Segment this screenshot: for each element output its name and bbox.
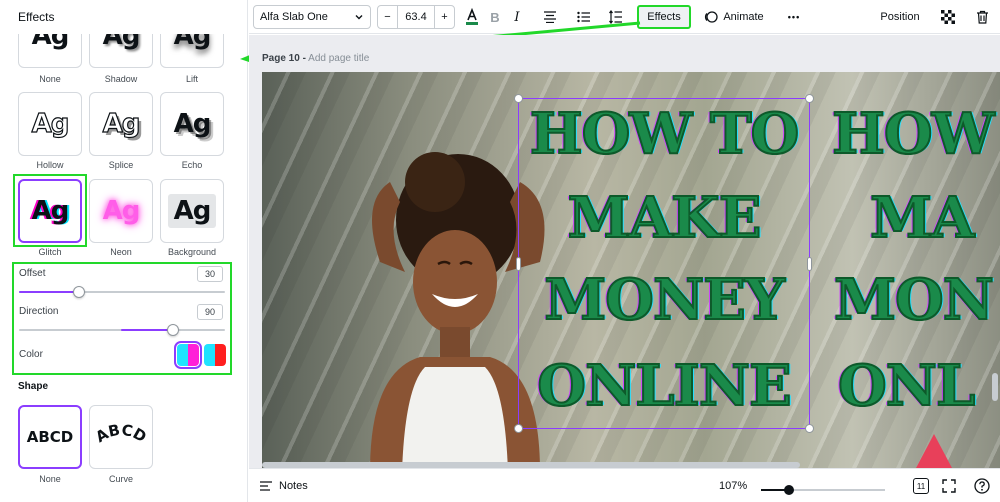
direction-slider-fill	[121, 329, 173, 331]
effect-sample: Ag	[173, 109, 212, 139]
page-count: 11	[913, 478, 929, 494]
resize-handle-bl[interactable]	[514, 424, 523, 433]
offset-slider-fill	[19, 291, 79, 293]
zoom-slider[interactable]	[761, 485, 885, 495]
direction-slider[interactable]	[19, 324, 225, 336]
help-icon[interactable]	[974, 469, 990, 502]
offset-label: Offset	[19, 268, 46, 279]
effect-sample: Ag	[102, 108, 141, 139]
effect-label-neon: Neon	[110, 247, 132, 257]
shape-tile-curve[interactable]: ABCD	[89, 405, 153, 469]
fullscreen-icon[interactable]	[942, 469, 956, 502]
resize-handle-tl[interactable]	[514, 94, 523, 103]
red-triangle-shape	[916, 434, 952, 468]
shape-sample: ABCD	[92, 422, 149, 446]
resize-handle-tr[interactable]	[805, 94, 814, 103]
zoom-level[interactable]: 107%	[719, 469, 747, 502]
offset-slider[interactable]	[19, 286, 225, 298]
effect-sample: Ag	[102, 196, 141, 226]
offset-value-input[interactable]: 30	[197, 266, 223, 282]
page-title[interactable]: Page 10 - Add page title	[262, 53, 369, 64]
direction-value-input[interactable]: 90	[197, 304, 223, 320]
duplicate-line-2[interactable]: MA	[869, 189, 975, 247]
notes-icon	[260, 481, 272, 491]
shape-section-title: Shape	[18, 381, 49, 392]
notes-label: Notes	[279, 480, 308, 492]
effect-label-background: Background	[167, 247, 217, 257]
selection-frame[interactable]	[514, 94, 814, 433]
color-label: Color	[19, 349, 43, 360]
effect-sample: Ag	[31, 196, 70, 226]
duplicate-line-4[interactable]: ONL	[837, 357, 976, 415]
effect-tile-hollow[interactable]: Ag	[18, 92, 82, 156]
svg-text:ABCD: ABCD	[92, 422, 149, 446]
effect-tile-neon[interactable]: Ag	[89, 179, 153, 243]
color-swatch-cyan-magenta[interactable]	[174, 341, 202, 369]
effect-label-hollow: Hollow	[36, 160, 64, 170]
effect-label-echo: Echo	[181, 160, 203, 170]
effects-scroll-area[interactable]: Ag None Ag Shadow Ag Lift Ag Hollow Ag S…	[0, 34, 248, 502]
effect-tile-echo[interactable]: Ag	[160, 92, 224, 156]
notes-button[interactable]: Notes	[259, 469, 308, 502]
resize-handle-br[interactable]	[805, 424, 814, 433]
shape-label-none: None	[39, 474, 61, 484]
duplicate-line-1[interactable]: HOW	[831, 105, 996, 163]
page-grid-button[interactable]: 11	[913, 469, 929, 502]
canvas-area[interactable]: Page 10 - Add page title HOW TO MAKE MON…	[249, 35, 1000, 468]
design-page[interactable]: HOW TO MAKE MONEY ONLINE HOW MA MON ONL	[262, 72, 1000, 468]
curve-sample-icon: ABCD	[92, 422, 149, 446]
resize-handle-right[interactable]	[807, 257, 812, 271]
shape-label-curve: Curve	[108, 474, 133, 484]
effect-tile-splice[interactable]: Ag	[89, 92, 153, 156]
bottom-bar: Notes 107% 11	[249, 468, 1000, 502]
effect-tile-glitch[interactable]: Ag	[18, 179, 82, 243]
shape-tile-none[interactable]: ABCD	[18, 405, 82, 469]
resize-handle-left[interactable]	[516, 257, 521, 271]
effect-sample: Ag	[31, 108, 70, 139]
page-title-placeholder[interactable]: Add page title	[308, 53, 369, 64]
zoom-slider-thumb[interactable]	[784, 485, 794, 495]
effect-label-splice: Splice	[108, 160, 134, 170]
color-swatch-cyan-red[interactable]	[204, 344, 226, 366]
shape-sample: ABCD	[26, 428, 74, 446]
offset-slider-thumb[interactable]	[73, 286, 85, 298]
direction-slider-thumb[interactable]	[167, 324, 179, 336]
vertical-scrollbar[interactable]	[992, 373, 998, 401]
effect-label-glitch: Glitch	[38, 247, 62, 257]
effect-sample: Ag	[167, 194, 217, 228]
duplicate-line-3[interactable]: MON	[833, 271, 995, 329]
page-number: Page 10 -	[262, 53, 306, 64]
effect-tile-background[interactable]: Ag	[160, 179, 224, 243]
direction-label: Direction	[19, 306, 59, 317]
